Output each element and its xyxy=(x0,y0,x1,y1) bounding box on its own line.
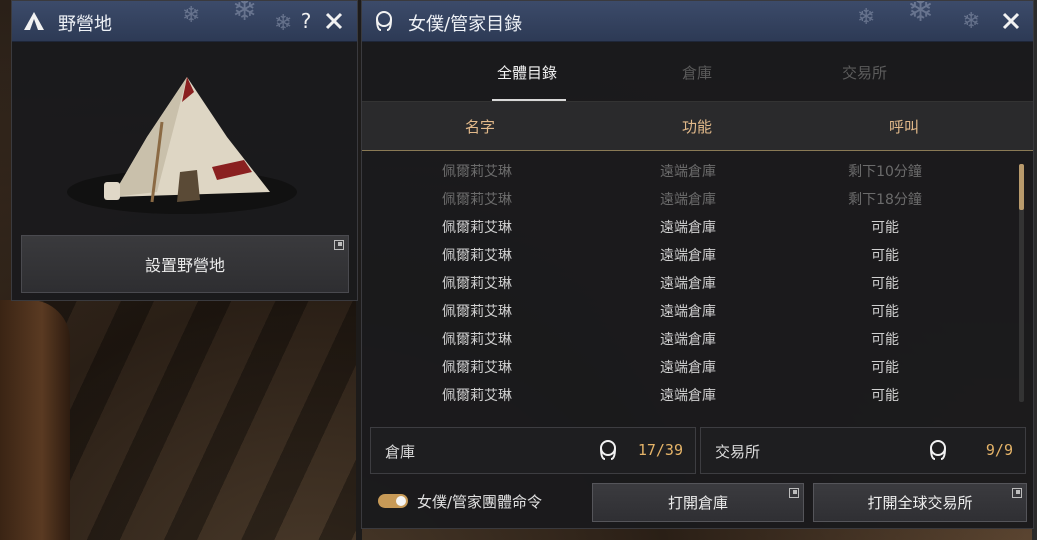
table-row[interactable]: 佩爾莉艾琳 遠端倉庫 可能 xyxy=(362,268,1012,296)
maid-titlebar[interactable]: ❄ ❄ ❄ 女僕/管家目錄 xyxy=(362,1,1033,42)
maid-function: 遠端倉庫 xyxy=(660,220,716,236)
setup-camp-label: 設置野營地 xyxy=(144,256,225,275)
open-global-market-button[interactable]: 打開全球交易所 xyxy=(813,483,1027,522)
column-headers: 名字 功能 呼叫 xyxy=(362,102,1033,151)
header-function: 功能 xyxy=(682,118,713,136)
maid-title: 女僕/管家目錄 xyxy=(408,14,523,35)
warehouse-count-box: 倉庫 17/39 xyxy=(370,427,696,474)
maid-function: 遠端倉庫 xyxy=(660,332,716,348)
maid-name: 佩爾莉艾琳 xyxy=(442,332,512,348)
maid-call-status: 可能 xyxy=(871,304,899,320)
maid-icon xyxy=(927,439,949,461)
camp-panel: ❄ ❄ ❄ 野營地 ? 設置野營地 xyxy=(11,0,358,301)
expand-icon xyxy=(789,488,799,498)
maid-name: 佩爾莉艾琳 xyxy=(442,360,512,376)
maid-function: 遠端倉庫 xyxy=(660,164,716,180)
table-row[interactable]: 佩爾莉艾琳 遠端倉庫 可能 xyxy=(362,380,1012,408)
maid-function: 遠端倉庫 xyxy=(660,304,716,320)
group-command-toggle[interactable] xyxy=(378,494,408,508)
tent-icon xyxy=(22,9,46,33)
market-count-box: 交易所 9/9 xyxy=(700,427,1026,474)
tab-all[interactable]: 全體目錄 xyxy=(497,62,557,83)
group-command-label: 女僕/管家團體命令 xyxy=(417,493,543,511)
active-tab-indicator xyxy=(492,99,566,101)
maid-call-status: 可能 xyxy=(871,276,899,292)
list-scrollbar[interactable] xyxy=(1019,164,1024,402)
table-row[interactable]: 佩爾莉艾琳 遠端倉庫 可能 xyxy=(362,352,1012,380)
maid-function: 遠端倉庫 xyxy=(660,248,716,264)
open-warehouse-label: 打開倉庫 xyxy=(667,494,728,512)
expand-icon xyxy=(1012,488,1022,498)
table-row[interactable]: 佩爾莉艾琳 遠端倉庫 剩下10分鐘 xyxy=(362,156,1012,184)
maid-call-status: 可能 xyxy=(871,332,899,348)
maid-call-status: 剩下18分鐘 xyxy=(848,192,922,208)
camp-title: 野營地 xyxy=(58,14,112,35)
maid-name: 佩爾莉艾琳 xyxy=(442,388,512,404)
table-row[interactable]: 佩爾莉艾琳 遠端倉庫 可能 xyxy=(362,324,1012,352)
maid-icon xyxy=(597,439,619,461)
tab-bar: 全體目錄 倉庫 交易所 xyxy=(362,42,1033,102)
maid-function: 遠端倉庫 xyxy=(660,276,716,292)
maid-name: 佩爾莉艾琳 xyxy=(442,192,512,208)
header-name: 名字 xyxy=(465,118,496,136)
maid-name: 佩爾莉艾琳 xyxy=(442,164,512,180)
snowflake-icon: ❄ xyxy=(232,1,258,28)
camp-titlebar[interactable]: ❄ ❄ ❄ 野營地 ? xyxy=(12,1,357,42)
maid-list-panel: ❄ ❄ ❄ 女僕/管家目錄 全體目錄 倉庫 交易所 名字 功能 呼叫 佩爾莉艾琳… xyxy=(361,0,1034,529)
setup-camp-button[interactable]: 設置野營地 xyxy=(21,235,349,293)
open-warehouse-button[interactable]: 打開倉庫 xyxy=(592,483,804,522)
table-row[interactable]: 佩爾莉艾琳 遠端倉庫 可能 xyxy=(362,212,1012,240)
close-icon[interactable] xyxy=(999,9,1023,33)
warehouse-label: 倉庫 xyxy=(385,443,416,461)
maid-name: 佩爾莉艾琳 xyxy=(442,248,512,264)
maid-name: 佩爾莉艾琳 xyxy=(442,304,512,320)
maid-list: 佩爾莉艾琳 遠端倉庫 剩下10分鐘 佩爾莉艾琳 遠端倉庫 剩下18分鐘 佩爾莉艾… xyxy=(362,156,1012,411)
header-call: 呼叫 xyxy=(889,118,920,136)
maid-function: 遠端倉庫 xyxy=(660,360,716,376)
maid-call-status: 可能 xyxy=(871,220,899,236)
maid-icon xyxy=(372,9,396,33)
scroll-thumb[interactable] xyxy=(1019,164,1024,210)
warehouse-count: 17/39 xyxy=(637,441,683,459)
snowflake-icon: ❄ xyxy=(274,11,293,36)
maid-call-status: 可能 xyxy=(871,248,899,264)
tent-preview xyxy=(12,42,357,232)
maid-name: 佩爾莉艾琳 xyxy=(442,276,512,292)
maid-function: 遠端倉庫 xyxy=(660,192,716,208)
tab-warehouse[interactable]: 倉庫 xyxy=(682,62,712,83)
maid-call-status: 可能 xyxy=(871,388,899,404)
help-icon[interactable]: ? xyxy=(294,9,318,33)
maid-name: 佩爾莉艾琳 xyxy=(442,220,512,236)
market-label: 交易所 xyxy=(715,443,761,461)
snowflake-icon: ❄ xyxy=(182,3,201,28)
maid-call-status: 剩下10分鐘 xyxy=(848,164,922,180)
table-row[interactable]: 佩爾莉艾琳 遠端倉庫 可能 xyxy=(362,240,1012,268)
open-market-label: 打開全球交易所 xyxy=(867,494,973,512)
market-count: 9/9 xyxy=(985,441,1013,459)
snowflake-icon: ❄ xyxy=(962,9,981,34)
tab-market[interactable]: 交易所 xyxy=(842,62,887,83)
snowflake-icon: ❄ xyxy=(857,5,876,30)
maid-function: 遠端倉庫 xyxy=(660,388,716,404)
snowflake-icon: ❄ xyxy=(907,1,934,29)
table-row[interactable]: 佩爾莉艾琳 遠端倉庫 剩下18分鐘 xyxy=(362,184,1012,212)
table-row[interactable]: 佩爾莉艾琳 遠端倉庫 可能 xyxy=(362,296,1012,324)
maid-call-status: 可能 xyxy=(871,360,899,376)
close-icon[interactable] xyxy=(322,9,346,33)
expand-icon xyxy=(334,240,344,250)
tree-trunk xyxy=(0,300,70,540)
